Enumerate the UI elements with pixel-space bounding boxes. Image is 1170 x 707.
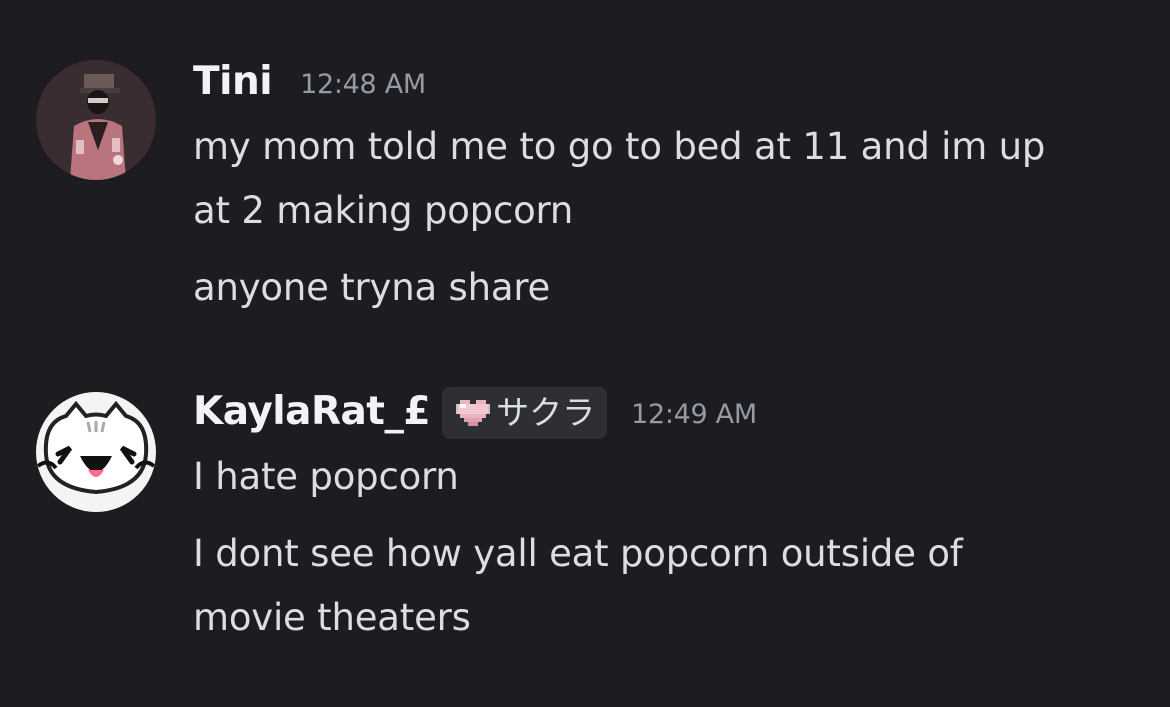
message-text-line[interactable]: movie theaters (193, 586, 1130, 650)
username[interactable]: Tini (193, 60, 273, 104)
message-header: Tini 12:48 AM (193, 60, 1130, 104)
message-text-line[interactable]: my mom told me to go to bed at 11 and im… (193, 115, 1130, 179)
message-text-line[interactable]: I dont see how yall eat popcorn outside … (193, 522, 1130, 586)
avatar-kaylarat[interactable] (36, 392, 156, 512)
username[interactable]: KaylaRat_£ (193, 390, 431, 434)
message-text-followup[interactable]: anyone tryna share (193, 256, 1130, 320)
message-header: KaylaRat_£ サクラ 12:49 AM (193, 387, 1130, 439)
message-content-tini: Tini 12:48 AM my mom told me to go to be… (193, 60, 1130, 320)
message-content-kaylarat: KaylaRat_£ サクラ 12:49 AM I hate popcorn I… (193, 387, 1130, 650)
guild-tag-badge[interactable]: サクラ (442, 387, 608, 439)
avatar-tini-image (36, 60, 156, 180)
pink-heart-icon (456, 400, 491, 426)
avatar-kaylarat-image (36, 392, 156, 512)
message-text-line[interactable]: at 2 making popcorn (193, 179, 1130, 243)
timestamp[interactable]: 12:48 AM (300, 69, 426, 100)
timestamp[interactable]: 12:49 AM (631, 399, 757, 430)
avatar-tini[interactable] (36, 60, 156, 180)
message-text-line[interactable]: I hate popcorn (193, 445, 1130, 509)
guild-tag-text: サクラ (496, 393, 596, 432)
